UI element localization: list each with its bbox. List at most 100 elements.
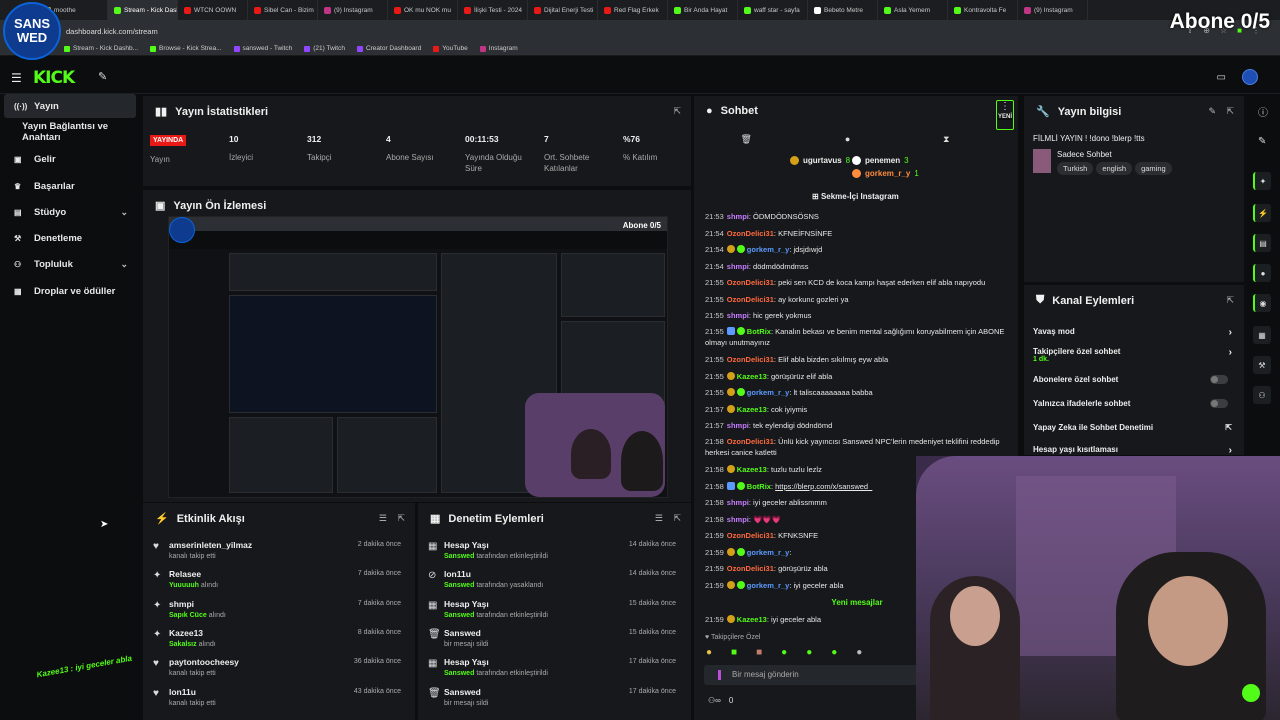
toggle-switch[interactable]: [1210, 399, 1228, 408]
chat-username[interactable]: gorkem_r_y: [747, 245, 790, 254]
moderation-row[interactable]: ▦ Hesap Yaşı Sanswed tarafından etkinleşti…: [418, 596, 686, 625]
rail-button-2[interactable]: ⚡: [1253, 204, 1271, 222]
chevron-right-icon[interactable]: ›: [1229, 445, 1232, 456]
rail-button-5[interactable]: ◉: [1253, 294, 1271, 312]
rail-button-7[interactable]: ⚒: [1253, 356, 1271, 374]
browser-tab[interactable]: Kontravolta Fe: [948, 0, 1018, 20]
chat-username[interactable]: BotRix: [747, 482, 771, 491]
rail-button-8[interactable]: ⚇: [1253, 386, 1271, 404]
filter-icon[interactable]: ☰: [655, 513, 663, 524]
edit-icon[interactable]: ✎: [1208, 106, 1216, 117]
chevron-right-icon[interactable]: ›: [1229, 327, 1232, 338]
chat-username[interactable]: gorkem_r_y: [747, 581, 790, 590]
sidebar-item[interactable]: ▤ Stüdyo ⌄: [4, 200, 136, 224]
chat-username[interactable]: gorkem_r_y: [747, 388, 790, 397]
sidebar-item[interactable]: ((·)) Yayın: [4, 94, 136, 118]
chat-settings-button[interactable]: ⋮ YENİ: [996, 100, 1014, 130]
moderation-name[interactable]: lon11u: [444, 569, 471, 579]
trash-icon[interactable]: 🗑: [740, 134, 751, 145]
message-icon[interactable]: ●: [845, 134, 850, 144]
emote-icon[interactable]: ●: [706, 647, 712, 658]
bookmark-item[interactable]: Instagram: [479, 45, 518, 52]
activity-name[interactable]: amserinleten_yilmaz: [169, 540, 252, 550]
activity-name[interactable]: lon11u: [169, 687, 196, 697]
channel-action-row[interactable]: Yavaş mod ›: [1033, 327, 1238, 345]
emote-icon[interactable]: ■: [731, 647, 737, 658]
external-link-icon[interactable]: ⇱: [1225, 423, 1232, 432]
moderation-row[interactable]: ▦ Hesap Yaşı Sanswed tarafından etkinleşti…: [418, 537, 686, 566]
rail-button-1[interactable]: ✦: [1253, 172, 1271, 190]
stream-preview-video[interactable]: Abone 0/5: [168, 216, 668, 498]
chat-username[interactable]: BotRix: [747, 327, 771, 336]
category-name[interactable]: Sadece Sohbet: [1057, 150, 1112, 159]
emote-icon[interactable]: ■: [756, 647, 762, 658]
chat-username[interactable]: OzonDelici31: [727, 295, 774, 304]
stream-tag[interactable]: gaming: [1135, 162, 1172, 175]
monitor-icon[interactable]: ▭: [1217, 72, 1226, 83]
info-icon[interactable]: ⓘ: [1258, 104, 1268, 119]
activity-row[interactable]: ♥ lon11u kanalı takip etti 43 dakika önce: [143, 684, 411, 713]
expand-icon[interactable]: ⇱: [673, 513, 681, 524]
channel-action-row[interactable]: Yapay Zeka ile Sohbet Denetimi ⇱: [1033, 423, 1238, 441]
browser-tab[interactable]: WTCN OOWN: [178, 0, 248, 20]
expand-icon[interactable]: ⇱: [673, 106, 681, 117]
activity-row[interactable]: ✦ Kazee13 Sakalsız alındı 8 dakika önce: [143, 625, 411, 654]
moderation-row[interactable]: ▦ Hesap Yaşı Sanswed tarafından etkinleşti…: [418, 654, 686, 683]
pinned-message[interactable]: ⊞ Sekme-İçi Instagram: [812, 192, 899, 201]
activity-name[interactable]: Kazee13: [169, 628, 203, 638]
bookmark-item[interactable]: YouTube: [433, 45, 468, 52]
browser-tab[interactable]: Dijital Enerji Testi: [528, 0, 598, 20]
browser-tab[interactable]: (9) Instagram: [1018, 0, 1088, 20]
url-text[interactable]: dashboard.kick.com/stream: [66, 27, 158, 36]
browser-tab[interactable]: (9) Instagram: [318, 0, 388, 20]
emote-icon[interactable]: ●: [831, 647, 837, 658]
chat-username[interactable]: OzonDelici31: [727, 531, 774, 540]
browser-tab[interactable]: Sibel Can - Bizim: [248, 0, 318, 20]
hourglass-icon[interactable]: ⧗: [943, 134, 949, 145]
chat-username[interactable]: OzonDelici31: [727, 278, 774, 287]
bookmark-item[interactable]: sanswed - Twitch: [233, 45, 292, 52]
chat-input[interactable]: Bir mesaj gönderin: [704, 665, 924, 685]
chat-username[interactable]: gorkem_r_y: [747, 548, 790, 557]
top-chatter[interactable]: ugurtavus 8: [790, 156, 850, 165]
chevron-right-icon[interactable]: ›: [1229, 347, 1232, 358]
activity-name[interactable]: paytontoocheesy: [169, 657, 239, 667]
chat-username[interactable]: OzonDelici31: [727, 564, 774, 573]
moderation-name[interactable]: Sanswed: [444, 628, 481, 638]
sidebar-item[interactable]: ♛ Başarılar: [4, 174, 136, 198]
activity-name[interactable]: Relasee: [169, 569, 201, 579]
channel-action-row[interactable]: Takipçilere özel sohbet 1 dk. ›: [1033, 347, 1238, 365]
moderation-row[interactable]: ⊘ lon11u Sanswed tarafından yasaklandı 14 d…: [418, 566, 686, 595]
rail-button-4[interactable]: ●: [1253, 264, 1271, 282]
emote-icon[interactable]: ●: [781, 647, 787, 658]
pin-icon[interactable]: ✎: [98, 70, 107, 83]
chat-username[interactable]: OzonDelici31: [727, 437, 774, 446]
moderation-row[interactable]: 🗑 Sanswed bir mesajı sildi 15 dakika önce: [418, 625, 686, 654]
filter-icon[interactable]: ☰: [379, 513, 387, 524]
activity-row[interactable]: ✦ Relasee Yuuuuuh alındı 7 dakika önce: [143, 566, 411, 595]
rail-button-6[interactable]: ▦: [1253, 326, 1271, 344]
chat-username[interactable]: OzonDelici31: [727, 355, 774, 364]
kick-logo[interactable]: KICK: [33, 68, 75, 88]
activity-name[interactable]: shmpi: [169, 599, 194, 609]
bookmark-item[interactable]: Browse - Kick Strea...: [150, 45, 222, 52]
browser-tab[interactable]: Red Flag Erkek: [598, 0, 668, 20]
chat-username[interactable]: shmpi: [727, 421, 749, 430]
address-bar[interactable]: ‹ › ↻ dashboard.kick.com/stream ⇪ ⊕ ☆ ■ …: [0, 20, 1280, 42]
hamburger-menu-icon[interactable]: ☰: [11, 71, 22, 85]
emote-icon[interactable]: ●: [856, 647, 862, 658]
chevron-down-icon[interactable]: ⌄: [120, 207, 128, 218]
chat-username[interactable]: Kazee13: [737, 615, 767, 624]
browser-tab[interactable]: Bebeto Metre: [808, 0, 878, 20]
chevron-down-icon[interactable]: ⌄: [120, 259, 128, 270]
stream-tag[interactable]: Turkish: [1057, 162, 1094, 175]
channel-action-row[interactable]: Abonelere özel sohbet: [1033, 375, 1238, 393]
moderation-name[interactable]: Hesap Yaşı: [444, 599, 489, 609]
chat-username[interactable]: shmpi: [727, 515, 749, 524]
top-chatter[interactable]: penemen 3: [852, 156, 909, 165]
bookmark-item[interactable]: Stream - Kick Dashb...: [64, 45, 138, 52]
sidebar-item[interactable]: Yayın Bağlantısı ve Anahtarı: [4, 120, 136, 144]
browser-tab[interactable]: Stream - Kick Dashb: [108, 0, 178, 20]
chat-username[interactable]: shmpi: [727, 212, 749, 221]
sidebar-item[interactable]: ⚇ Topluluk ⌄: [4, 252, 136, 276]
